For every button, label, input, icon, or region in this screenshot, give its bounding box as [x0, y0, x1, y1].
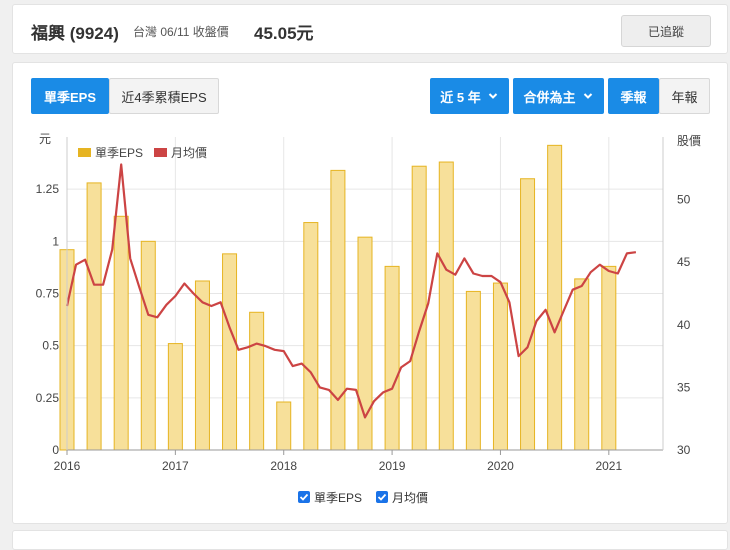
eps-bar	[86, 182, 102, 451]
eps-bar	[167, 343, 183, 451]
y-right-tick-label: 35	[677, 380, 691, 394]
eps-bar	[465, 290, 481, 451]
x-tick-label: 2020	[487, 459, 514, 473]
legend-eps-swatch	[78, 148, 91, 157]
y-left-tick-label: 0.25	[36, 391, 60, 405]
y-left-tick-label: 0.75	[36, 287, 60, 301]
x-tick-label: 2016	[54, 459, 81, 473]
y-left-tick-label: 0	[52, 443, 59, 457]
y-right-tick-label: 45	[677, 255, 691, 269]
eps-bar	[574, 278, 590, 451]
y-right-tick-label: 50	[677, 193, 691, 207]
y-left-axis-title: 元	[39, 132, 51, 146]
y-right-tick-label: 30	[677, 443, 691, 457]
eps-bar	[411, 165, 427, 451]
toggle-eps[interactable]: 單季EPS	[298, 489, 362, 506]
legend-price-label: 月均價	[171, 146, 207, 160]
eps-bar	[520, 178, 536, 451]
eps-bar	[330, 169, 346, 451]
y-left-tick-label: 1	[52, 234, 59, 248]
y-right-axis-title: 股價	[677, 134, 701, 148]
legend-eps-label: 單季EPS	[95, 146, 143, 160]
eps-bar	[194, 280, 210, 451]
checkbox-checked-icon[interactable]	[376, 491, 389, 503]
eps-bar	[492, 282, 508, 451]
checkbox-checked-icon[interactable]	[298, 491, 310, 503]
eps-bar	[384, 265, 400, 451]
eps-bar	[276, 401, 292, 451]
legend-price-swatch	[154, 148, 167, 157]
x-tick-label: 2019	[379, 459, 406, 473]
eps-bar	[249, 311, 265, 451]
series-toggles: 單季EPS 月均價	[298, 489, 442, 505]
eps-price-chart: 0 0.25 0.5 0.75 1 1.25 2016 2017 2018 2019 2020 202…	[36, 132, 701, 473]
eps-bar	[222, 253, 238, 451]
eps-bar	[438, 161, 454, 451]
eps-bar	[547, 144, 563, 451]
eps-bar	[303, 222, 319, 451]
toggle-price-label: 月均價	[392, 490, 429, 505]
y-left-tick-label: 0.5	[42, 339, 59, 353]
eps-bar	[140, 240, 156, 451]
eps-bar	[113, 215, 129, 451]
y-left-tick-label: 1.25	[36, 182, 60, 196]
x-tick-label: 2017	[162, 459, 189, 473]
chart-legend: 單季EPS 月均價	[78, 146, 207, 160]
toggle-eps-label: 單季EPS	[314, 490, 363, 505]
y-right-tick-label: 40	[677, 318, 691, 332]
eps-bar	[601, 265, 617, 451]
x-tick-label: 2021	[595, 459, 622, 473]
x-tick-label: 2018	[270, 459, 297, 473]
toggle-price[interactable]: 月均價	[376, 489, 428, 506]
